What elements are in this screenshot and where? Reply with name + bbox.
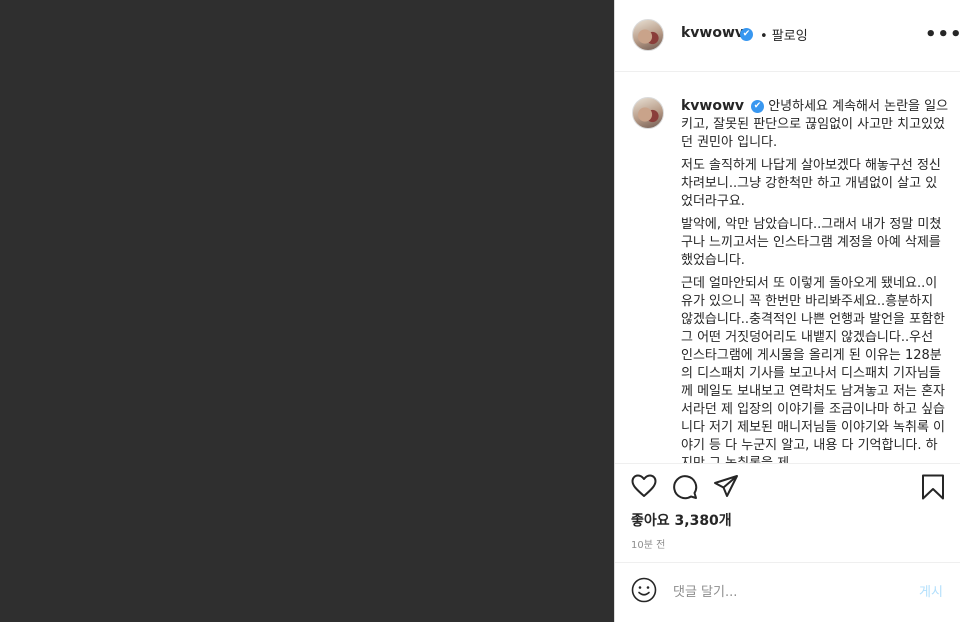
add-comment-bar: 게시 [615, 562, 960, 622]
bookmark-icon[interactable] [921, 474, 945, 504]
caption-paragraph: 저도 솔직하게 나답게 살아보겠다 해놓구선 정신차려보니..그냥 강한척만 하… [681, 158, 941, 209]
smiley-icon[interactable] [631, 577, 657, 607]
caption-area[interactable]: kvwowv ✔ 안녕하세요 계속해서 논란을 일으키고, 잘못된 판단으로 끊임… [615, 72, 960, 464]
speech-bubble-icon[interactable] [672, 474, 698, 504]
avatar[interactable] [632, 19, 664, 51]
likes-count[interactable]: 좋아요 3,380개 [631, 510, 732, 530]
verified-badge-icon: ✔ [740, 28, 753, 41]
paper-plane-icon[interactable] [713, 474, 739, 502]
following-status[interactable]: • 팔로잉 [760, 25, 808, 44]
post-header: kvwowv ✔ • 팔로잉 ••• [615, 0, 960, 72]
verified-badge-icon: ✔ [751, 100, 765, 113]
header-username[interactable]: kvwowv [681, 25, 744, 41]
post-timestamp[interactable]: 10분 전 [631, 536, 665, 551]
caption-username[interactable]: kvwowv [681, 98, 744, 114]
post-media[interactable] [0, 0, 614, 622]
caption-text: kvwowv ✔ 안녕하세요 계속해서 논란을 일으키고, 잘못된 판단으로 끊임… [681, 97, 949, 464]
more-options-icon[interactable]: ••• [925, 24, 960, 45]
post-panel: kvwowv ✔ • 팔로잉 ••• kvwowv ✔ 안녕하세요 계속해서 논란… [614, 0, 960, 622]
caption-paragraph: kvwowv ✔ 안녕하세요 계속해서 논란을 일으키고, 잘못된 판단으로 끊임… [681, 97, 949, 152]
action-bar [615, 464, 960, 508]
comment-input[interactable] [671, 579, 905, 605]
caption-avatar[interactable] [632, 97, 664, 129]
caption-paragraph: 발악에, 악만 남았습니다..그래서 내가 정말 미쳤구나 느끼고서는 인스타그… [681, 217, 942, 268]
caption-paragraph: 근데 얼마안되서 또 이렇게 돌아오게 됐네요..이유가 있으니 꼭 한번만 바… [681, 276, 945, 464]
heart-icon[interactable] [631, 474, 657, 502]
post-comment-button[interactable]: 게시 [919, 581, 943, 600]
